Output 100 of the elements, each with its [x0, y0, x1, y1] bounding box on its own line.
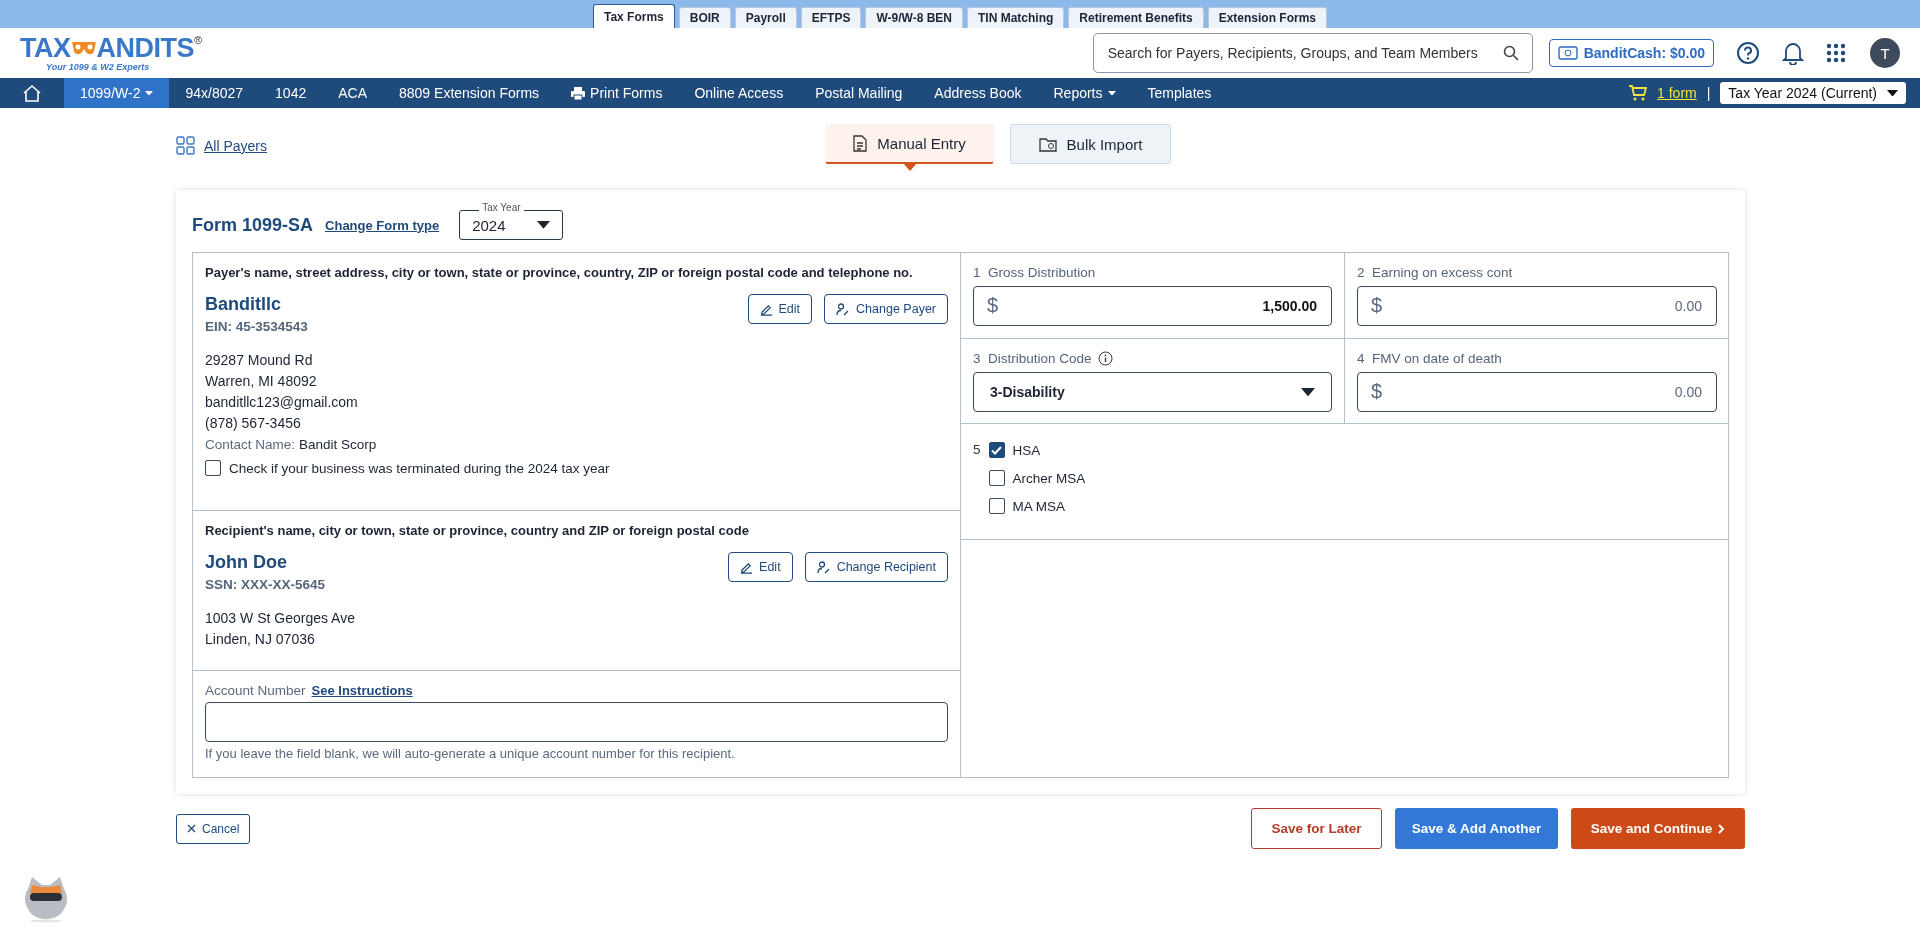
field-hint: If you leave the field blank, we will auto-generate a unique account number for this recipient.	[205, 746, 736, 761]
logo-tagline: Your 1099 & W2 Experts	[45, 62, 151, 72]
currency-sign: $	[987, 294, 999, 317]
grid-icon	[176, 136, 196, 156]
section-heading: Payer's name, street address, city or town, state or province, country, ZIP or foreign postal code and telephone no.	[205, 265, 914, 280]
nav-item[interactable]: 1042	[259, 78, 323, 108]
checkbox-label: HSA	[1012, 442, 1041, 458]
product-tab[interactable]: Extension Forms	[1207, 7, 1328, 28]
caret-icon	[1107, 90, 1116, 96]
edit-button[interactable]: Edit	[747, 294, 813, 324]
contact-name: Bandit Scorp	[299, 437, 377, 452]
logo-text: TAX	[20, 34, 71, 62]
contact-label: Contact Name:	[205, 437, 296, 452]
tax-id: EIN: 45-3534543	[205, 319, 308, 334]
registered-mark: ®	[194, 34, 203, 46]
save-for-later-button[interactable]: Save for Later	[1251, 808, 1382, 849]
checkbox[interactable]	[988, 498, 1005, 514]
product-tab[interactable]: W-9/W-8 BEN	[865, 7, 963, 28]
product-tab[interactable]: Retirement Benefits	[1068, 7, 1204, 28]
party-name: Banditllc	[205, 294, 282, 315]
separator: |	[1706, 85, 1711, 101]
checkbox[interactable]	[988, 442, 1005, 458]
nav-item[interactable]: Templates	[1131, 78, 1228, 108]
address-line: (878) 567-3456	[205, 415, 302, 431]
checkbox-label: Check if your business was terminated during the 2024 tax year	[229, 460, 610, 476]
address-line: Linden, NJ 07036	[205, 631, 316, 647]
cart-icon[interactable]	[1629, 85, 1648, 101]
cancel-button[interactable]: Cancel	[176, 813, 251, 844]
checkbox[interactable]	[988, 470, 1005, 486]
checkbox-label: Archer MSA	[1012, 470, 1086, 486]
nav-item[interactable]: Postal Mailing	[799, 78, 919, 108]
nav-item[interactable]: 8809 Extension Forms	[383, 78, 556, 108]
product-tab[interactable]: BOIR	[678, 7, 731, 28]
tax-id: SSN: XXX-XX-5645	[205, 577, 326, 592]
field-label: Tax Year	[479, 202, 524, 213]
form-title: Form 1099-SA	[192, 214, 314, 236]
section-heading: Recipient's name, city or town, state or province, country and ZIP or foreign postal code	[205, 523, 750, 538]
close-icon	[187, 824, 196, 833]
apps-grid-icon[interactable]	[1826, 43, 1846, 63]
info-icon[interactable]	[1097, 351, 1113, 366]
search-icon	[1502, 45, 1519, 61]
product-tab[interactable]: Tax Forms	[592, 4, 675, 28]
change-button[interactable]: Change Payer	[824, 294, 948, 324]
box-label: 1 Gross Distribution	[973, 265, 1096, 280]
wallet-icon	[1557, 46, 1578, 60]
nav-item[interactable]: Reports	[1037, 78, 1132, 108]
entry-mode-tab[interactable]: Bulk Import	[1010, 124, 1171, 164]
party-name: John Doe	[205, 552, 288, 573]
address-line: 1003 W St Georges Ave	[205, 610, 356, 626]
nav-item[interactable]: 94x/8027	[169, 78, 260, 108]
save-continue-button[interactable]: Save and Continue	[1571, 808, 1745, 849]
nav-item[interactable]: ACA	[322, 78, 383, 108]
checkbox-label: MA MSA	[1012, 498, 1066, 514]
currency-sign: $	[1371, 294, 1383, 317]
field-label: Account Number	[205, 683, 306, 698]
pencil-icon	[759, 302, 773, 316]
all-payers-link[interactable]: All Payers	[176, 136, 268, 156]
caret-icon	[537, 221, 551, 229]
edit-button[interactable]: Edit	[728, 552, 793, 582]
product-tab[interactable]: EFTPS	[800, 7, 862, 28]
caret-icon	[1887, 89, 1898, 97]
printer-icon	[571, 86, 586, 100]
address-line: Warren, MI 48092	[205, 373, 318, 389]
box-number: 5	[973, 442, 981, 459]
tab-pointer	[902, 163, 917, 171]
logo-text: ANDITS	[96, 34, 194, 62]
person-edit-icon	[816, 560, 831, 574]
search-field[interactable]: Search for Payers, Recipients, Groups, and Team Members	[1092, 33, 1533, 73]
box-label: 2 Earning on excess cont	[1357, 265, 1513, 280]
checkbox[interactable]	[205, 460, 221, 476]
cart-link[interactable]: 1 form	[1657, 85, 1697, 101]
help-icon[interactable]	[1736, 41, 1760, 65]
pencil-icon	[740, 560, 754, 574]
document-icon	[853, 135, 868, 152]
instructions-link[interactable]: See Instructions	[311, 683, 413, 698]
nav-item[interactable]: Online Access	[678, 78, 800, 108]
nav-item[interactable]: 1099/W-2	[64, 78, 170, 108]
box-label: 4 FMV on date of death	[1357, 351, 1502, 366]
person-edit-icon	[836, 302, 851, 316]
nav-item[interactable]: Address Book	[918, 78, 1038, 108]
bandit-cash-button[interactable]: BanditCash: $0.00	[1548, 39, 1714, 67]
caret-icon	[1301, 387, 1315, 397]
save-add-another-button[interactable]: Save & Add Another	[1395, 808, 1558, 849]
currency-sign: $	[1371, 380, 1383, 403]
product-tab[interactable]: Payroll	[734, 7, 797, 28]
user-avatar[interactable]: T	[1870, 38, 1900, 68]
change-form-type-link[interactable]: Change Form type	[325, 217, 440, 233]
change-button[interactable]: Change Recipient	[804, 552, 948, 582]
glasses-icon	[70, 39, 97, 57]
address-line: banditllc123@gmail.com	[205, 394, 359, 410]
bell-icon[interactable]	[1782, 41, 1804, 65]
box-label: 3 Distribution Code	[973, 351, 1092, 366]
product-tab[interactable]: TIN Matching	[966, 7, 1065, 28]
address-line: 29287 Mound Rd	[205, 352, 314, 368]
chevron-right-icon	[1718, 823, 1726, 834]
nav-item[interactable]: Print Forms	[555, 78, 679, 108]
folder-icon	[1038, 136, 1057, 152]
distribution-code-select[interactable]: 3-Disability	[973, 372, 1332, 412]
caret-icon	[145, 90, 154, 96]
tax-year-select[interactable]: Tax Year 2024 (Current)	[1720, 82, 1906, 104]
